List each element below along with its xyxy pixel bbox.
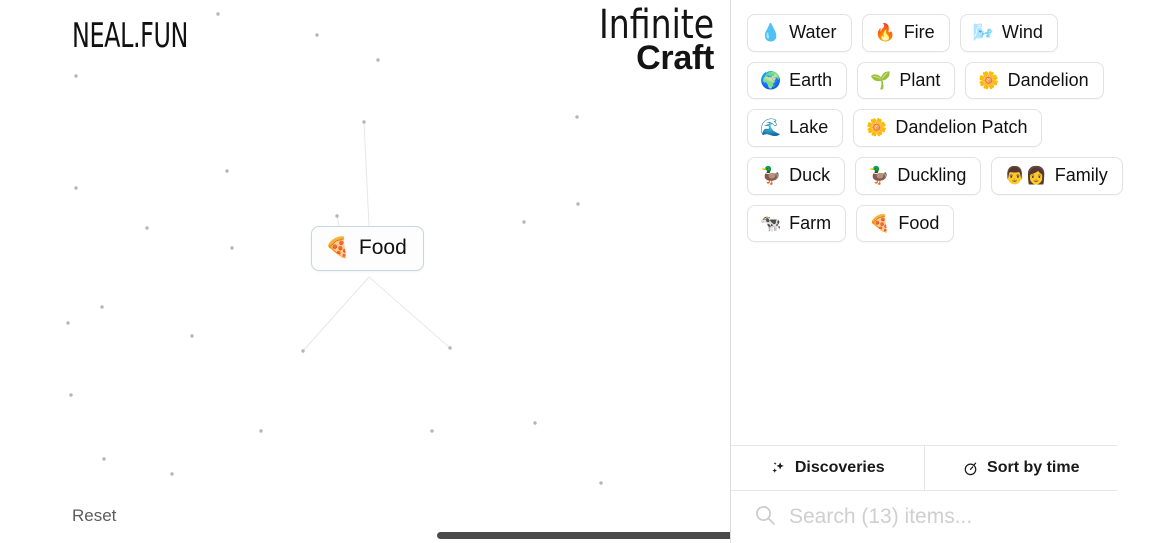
canvas-dot (100, 305, 104, 309)
item-label: Family (1054, 165, 1108, 186)
items-list: 💧 Water 🔥 Fire 🌬️ Wind 🌍 Earth 🌱 Plant 🌼 Dandelion 🌊… (747, 14, 1133, 243)
canvas-dot (145, 226, 149, 230)
item-emoji: 🔥 (874, 22, 896, 42)
search-row[interactable] (731, 491, 1117, 543)
item-chip[interactable]: 🐄 Farm (747, 204, 847, 243)
canvas-dot (66, 321, 70, 325)
canvas-dot (335, 214, 339, 218)
item-label: Duck (789, 165, 831, 186)
sparkles-icon (770, 460, 787, 477)
sidebar-tabs: Discoveries Sort by time (731, 445, 1117, 491)
item-emoji: 🦆 (868, 165, 890, 185)
item-chip[interactable]: 🍕 Food (856, 204, 955, 243)
item-emoji: 👨👩 (1004, 165, 1047, 185)
item-label: Duckling (897, 165, 967, 186)
title-line-infinite: Infinite (598, 2, 714, 48)
canvas-dot (74, 186, 78, 190)
canvas-dot (599, 481, 603, 485)
item-chip[interactable]: 🌍 Earth (747, 61, 848, 100)
item-chip[interactable]: 🔥 Fire (861, 14, 950, 52)
canvas-dot (259, 429, 263, 433)
canvas-dot (301, 349, 305, 353)
item-chip[interactable]: 🌼 Dandelion (965, 61, 1104, 100)
canvas-dot (533, 421, 537, 425)
item-chip[interactable]: 🌼 Dandelion Patch (853, 109, 1043, 148)
item-emoji: 🍕 (869, 213, 891, 233)
item-chip[interactable]: 🌊 Lake (747, 109, 844, 148)
stopwatch-icon (962, 460, 979, 477)
reset-button[interactable]: Reset (72, 506, 116, 526)
item-label: Plant (899, 69, 941, 90)
horizontal-scrollbar-thumb[interactable] (437, 532, 730, 539)
item-emoji: 🌊 (760, 118, 782, 138)
item-label: Earth (789, 69, 833, 90)
tab-discoveries-label: Discoveries (794, 459, 885, 476)
item-emoji: 🌼 (978, 70, 1000, 90)
item-label: Food (898, 212, 940, 233)
canvas-dot (230, 246, 234, 250)
item-emoji: 🌼 (866, 118, 888, 138)
canvas-edge (368, 276, 451, 349)
canvas-dot (575, 115, 579, 119)
canvas-edge (336, 215, 340, 227)
canvas-edge (302, 276, 370, 352)
crafting-canvas[interactable]: NEAL.FUN Infinite Craft 🍕 Food Reset (0, 0, 730, 543)
item-emoji: 🌍 (760, 70, 782, 90)
infinite-craft-app: NEAL.FUN Infinite Craft 🍕 Food Reset 💧 Wat… (0, 0, 1176, 543)
tab-sort-by-time-label: Sort by time (987, 459, 1080, 476)
item-emoji: 🦆 (760, 165, 782, 185)
item-chip[interactable]: 💧 Water (747, 14, 852, 52)
search-input[interactable] (789, 505, 1089, 529)
item-chip[interactable]: 🦆 Duckling (855, 157, 982, 195)
canvas-dot (225, 169, 229, 173)
item-label: Farm (789, 212, 832, 233)
item-chip[interactable]: 👨👩 Family (991, 157, 1123, 195)
canvas-dot (315, 33, 319, 37)
canvas-node-emoji: 🍕 (325, 237, 350, 259)
canvas-dot (190, 334, 194, 338)
canvas-dot (74, 74, 78, 78)
item-label: Fire (903, 22, 935, 42)
canvas-dot (102, 457, 106, 461)
canvas-dot (216, 12, 220, 16)
item-label: Water (789, 22, 837, 42)
items-sidebar: 💧 Water 🔥 Fire 🌬️ Wind 🌍 Earth 🌱 Plant 🌼 Dandelion 🌊… (730, 0, 1176, 543)
items-area: 💧 Water 🔥 Fire 🌬️ Wind 🌍 Earth 🌱 Plant 🌼 Dandelion 🌊… (731, 0, 1176, 344)
canvas-dot (576, 202, 580, 206)
canvas-dot (362, 120, 366, 124)
tab-sort-by-time[interactable]: Sort by time (923, 446, 1118, 490)
canvas-connections (66, 12, 603, 485)
canvas-node-label: Food (358, 236, 407, 259)
canvas-dot (69, 393, 73, 397)
item-chip[interactable]: 🌱 Plant (857, 61, 956, 100)
neal-fun-logo[interactable]: NEAL.FUN (72, 16, 188, 56)
canvas-edge (363, 121, 370, 227)
item-emoji: 💧 (760, 22, 782, 42)
item-label: Dandelion (1007, 69, 1089, 90)
canvas-node[interactable]: 🍕 Food (311, 226, 424, 271)
item-emoji: 🌬️ (972, 22, 994, 42)
horizontal-scrollbar[interactable] (0, 525, 730, 543)
canvas-dot (376, 58, 380, 62)
item-label: Dandelion Patch (895, 117, 1028, 138)
canvas-dot (448, 346, 452, 350)
item-label: Wind (1001, 22, 1043, 42)
canvas-dot (170, 472, 174, 476)
canvas-dot (522, 220, 526, 224)
canvas-dot (430, 429, 434, 433)
item-chip[interactable]: 🌬️ Wind (959, 14, 1058, 52)
item-label: Lake (789, 117, 829, 138)
search-icon (753, 503, 777, 532)
item-chip[interactable]: 🦆 Duck (747, 157, 846, 195)
page-title: Infinite Craft (589, 2, 714, 75)
tab-discoveries[interactable]: Discoveries (731, 446, 924, 490)
item-emoji: 🌱 (870, 70, 892, 90)
item-emoji: 🐄 (760, 213, 782, 233)
